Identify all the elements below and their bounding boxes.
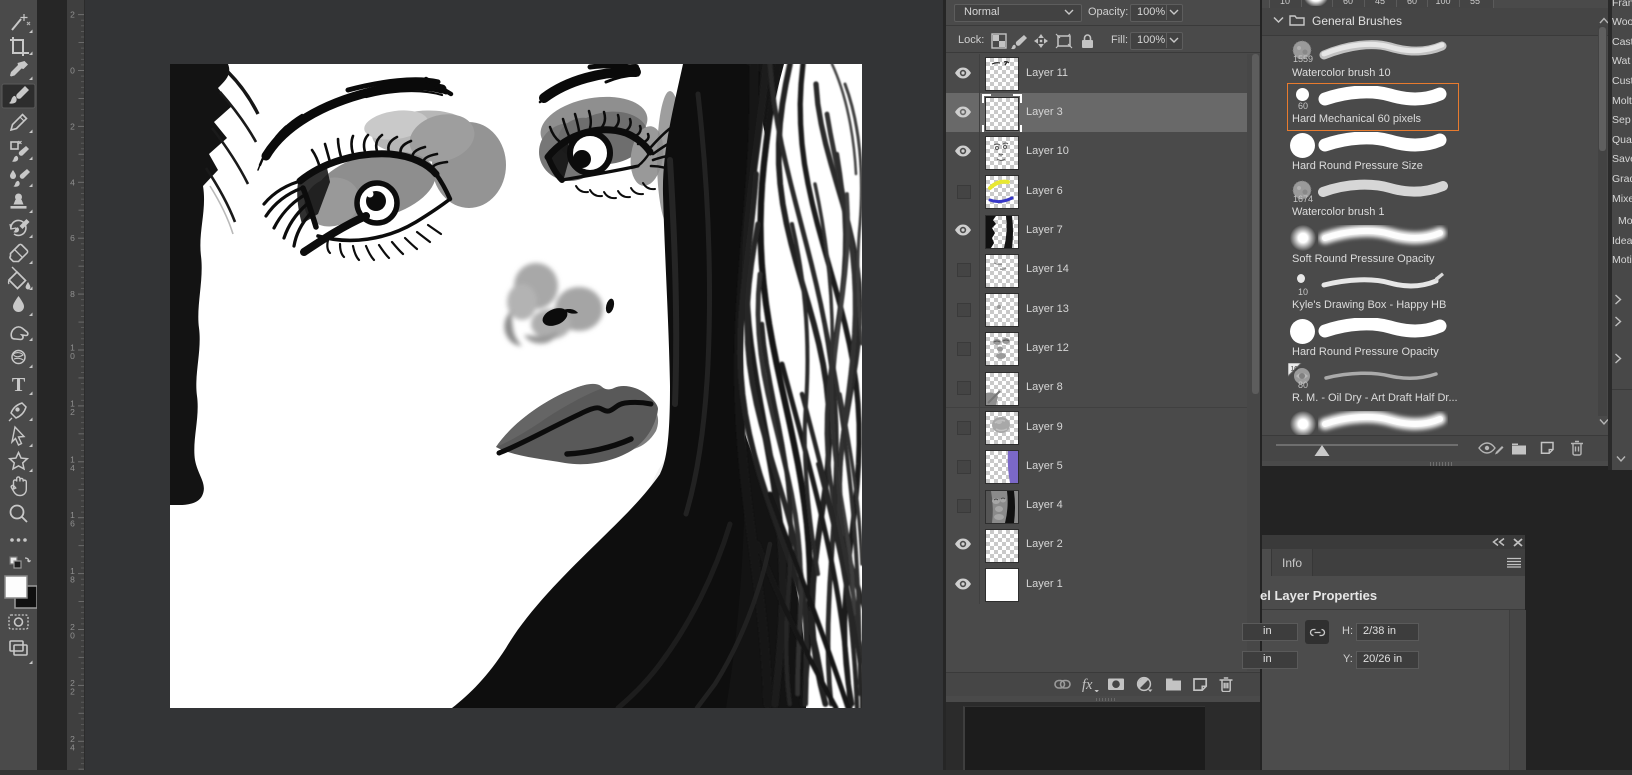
svg-text:2: 2 (70, 10, 75, 20)
svg-text:0: 0 (70, 631, 75, 641)
svg-text:2: 2 (70, 121, 75, 131)
svg-text:6: 6 (70, 233, 75, 243)
svg-text:2: 2 (70, 407, 75, 417)
svg-text:T: T (12, 374, 26, 396)
svg-text:4: 4 (70, 742, 75, 752)
svg-text:0: 0 (70, 351, 75, 361)
svg-text:2: 2 (70, 686, 75, 696)
svg-text:4: 4 (70, 463, 75, 473)
svg-text:16: 16 (1291, 365, 1299, 372)
svg-text:0: 0 (70, 66, 75, 76)
svg-text:8: 8 (70, 575, 75, 585)
svg-text:4: 4 (70, 177, 75, 187)
svg-text:6: 6 (70, 519, 75, 529)
svg-text:fx: fx (1082, 677, 1093, 692)
svg-text:8: 8 (70, 289, 75, 299)
